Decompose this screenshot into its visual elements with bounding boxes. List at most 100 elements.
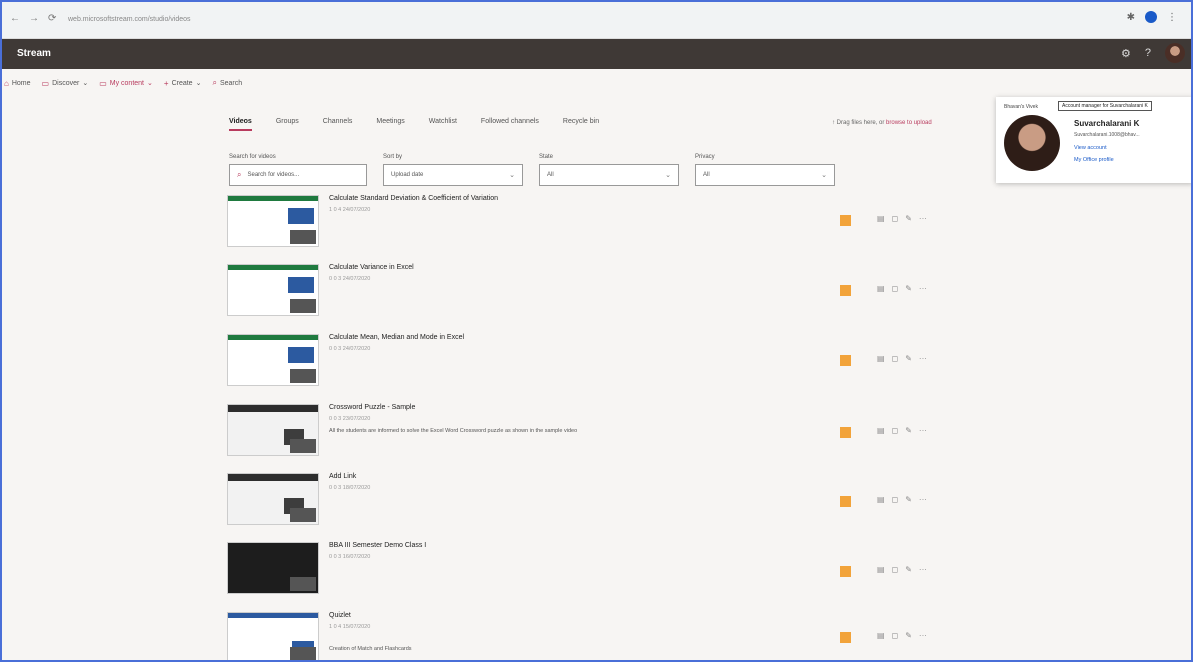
nav-my-content[interactable]: ▭ My content ⌄ — [99, 79, 153, 88]
stats-icon[interactable]: ▤ — [877, 631, 885, 640]
nav-discover-label: Discover — [52, 79, 80, 87]
more-icon[interactable]: ··· — [919, 631, 927, 640]
video-actions: ▤ ◻ ✎ ··· — [877, 426, 927, 435]
back-icon[interactable]: ← — [10, 13, 20, 24]
edit-icon[interactable]: ✎ — [905, 631, 912, 640]
video-title[interactable]: Calculate Mean, Median and Mode in Excel — [329, 334, 464, 341]
more-icon[interactable]: ··· — [919, 426, 927, 435]
nav-home[interactable]: ⌂ Home — [4, 79, 31, 88]
video-meta: 1 0 4 15/07/2020 — [329, 624, 371, 630]
share-icon[interactable]: ◻ — [892, 214, 899, 223]
state-select[interactable]: All ⌄ — [539, 164, 679, 186]
thumbnail-blue — [288, 208, 314, 224]
share-icon[interactable]: ◻ — [892, 565, 899, 574]
video-row[interactable]: Crossword Puzzle - Sample 0 0 3 23/07/202… — [227, 404, 955, 464]
edit-icon[interactable]: ✎ — [905, 354, 912, 363]
video-title[interactable]: BBA III Semester Demo Class I — [329, 542, 426, 549]
edit-icon[interactable]: ✎ — [905, 565, 912, 574]
video-row[interactable]: Quizlet 1 0 4 15/07/2020 Creation of Match… — [227, 612, 955, 662]
video-title[interactable]: Add Link — [329, 473, 356, 480]
tab-groups[interactable]: Groups — [276, 118, 299, 131]
share-icon[interactable]: ◻ — [892, 631, 899, 640]
more-icon[interactable]: ··· — [919, 214, 927, 223]
thumbnail-bar — [228, 196, 318, 201]
settings-icon[interactable]: ⚙ — [1121, 47, 1131, 60]
video-title[interactable]: Quizlet — [329, 612, 351, 619]
video-thumbnail[interactable] — [227, 473, 319, 525]
help-icon[interactable]: ? — [1145, 47, 1151, 59]
sort-select[interactable]: Upload date ⌄ — [383, 164, 523, 186]
video-thumbnail[interactable] — [227, 195, 319, 247]
share-icon[interactable]: ◻ — [892, 354, 899, 363]
publish-state-icon — [840, 496, 851, 507]
browser-right: ✱ ⋮ — [1127, 11, 1177, 23]
edit-icon[interactable]: ✎ — [905, 495, 912, 504]
stats-icon[interactable]: ▤ — [877, 495, 885, 504]
video-thumbnail[interactable] — [227, 542, 319, 594]
stats-icon[interactable]: ▤ — [877, 565, 885, 574]
video-title[interactable]: Calculate Variance in Excel — [329, 264, 414, 271]
profile-popup: Bhavan's Vivek Account manager for Suvar… — [996, 97, 1193, 183]
video-row[interactable]: Add Link 0 0 3 18/07/2020 ▤ ◻ ✎ ··· — [227, 473, 955, 533]
thumbnail-dur — [290, 647, 316, 661]
chevron-down-icon: ⌄ — [821, 172, 827, 179]
video-title[interactable]: Calculate Standard Deviation & Coefficie… — [329, 195, 498, 202]
share-icon[interactable]: ◻ — [892, 284, 899, 293]
tab-channels[interactable]: Channels — [323, 118, 353, 131]
more-icon[interactable]: ··· — [919, 495, 927, 504]
video-meta: 0 0 3 23/07/2020 — [329, 416, 371, 422]
nav-create[interactable]: + Create ⌄ — [164, 79, 202, 88]
video-row[interactable]: Calculate Standard Deviation & Coefficie… — [227, 195, 955, 255]
content-tabs: Videos Groups Channels Meetings Watchlis… — [229, 118, 623, 131]
forward-icon[interactable]: → — [29, 13, 39, 24]
browser-profile-icon[interactable] — [1145, 11, 1157, 23]
view-account-link[interactable]: View account — [1074, 145, 1107, 151]
address-bar[interactable]: web.microsoftstream.com/studio/videos — [68, 16, 191, 23]
stats-icon[interactable]: ▤ — [877, 426, 885, 435]
video-thumbnail[interactable] — [227, 612, 319, 662]
video-row[interactable]: Calculate Mean, Median and Mode in Excel… — [227, 334, 955, 394]
nav-search[interactable]: ⌕ Search — [212, 78, 242, 88]
video-row[interactable]: Calculate Variance in Excel 0 0 3 24/07/2… — [227, 264, 955, 324]
browse-upload-link[interactable]: browse to upload — [886, 120, 932, 126]
more-icon[interactable]: ··· — [919, 565, 927, 574]
office-profile-link[interactable]: My Office profile — [1074, 157, 1114, 163]
more-icon[interactable]: ··· — [919, 354, 927, 363]
user-avatar[interactable] — [1165, 43, 1185, 63]
video-meta: 0 0 3 24/07/2020 — [329, 276, 371, 282]
tab-meetings[interactable]: Meetings — [376, 118, 404, 131]
address-text: web.microsoftstream.com/studio/videos — [68, 16, 191, 23]
extension-icon[interactable]: ✱ — [1127, 12, 1135, 23]
share-icon[interactable]: ◻ — [892, 426, 899, 435]
nav-discover[interactable]: ▭ Discover ⌄ — [42, 79, 89, 88]
tab-videos[interactable]: Videos — [229, 118, 252, 131]
search-input[interactable]: ⌕ Search for videos... — [229, 164, 367, 186]
profile-email: Suvarchalarani.1008@bhav... — [1074, 132, 1140, 138]
thumbnail-bar — [228, 613, 318, 618]
tab-followed-channels[interactable]: Followed channels — [481, 118, 539, 131]
video-thumbnail[interactable] — [227, 334, 319, 386]
video-thumbnail[interactable] — [227, 404, 319, 456]
share-icon[interactable]: ◻ — [892, 495, 899, 504]
more-icon[interactable]: ··· — [919, 284, 927, 293]
browser-menu-icon[interactable]: ⋮ — [1167, 12, 1177, 23]
stats-icon[interactable]: ▤ — [877, 214, 885, 223]
reload-icon[interactable]: ⟳ — [48, 13, 56, 24]
tab-recycle-bin[interactable]: Recycle bin — [563, 118, 599, 131]
privacy-select[interactable]: All ⌄ — [695, 164, 835, 186]
video-thumbnail[interactable] — [227, 264, 319, 316]
video-row[interactable]: BBA III Semester Demo Class I 0 0 3 16/07… — [227, 542, 955, 602]
edit-icon[interactable]: ✎ — [905, 214, 912, 223]
edit-icon[interactable]: ✎ — [905, 284, 912, 293]
tab-watchlist[interactable]: Watchlist — [429, 118, 457, 131]
search-filter: Search for videos ⌕ Search for videos... — [229, 154, 367, 186]
video-title[interactable]: Crossword Puzzle - Sample — [329, 404, 415, 411]
state-filter-label: State — [539, 154, 554, 160]
edit-icon[interactable]: ✎ — [905, 426, 912, 435]
app-brand[interactable]: Stream — [17, 48, 51, 59]
publish-state-icon — [840, 566, 851, 577]
chevron-down-icon: ⌄ — [509, 172, 515, 179]
stats-icon[interactable]: ▤ — [877, 284, 885, 293]
stats-icon[interactable]: ▤ — [877, 354, 885, 363]
search-placeholder: Search for videos... — [247, 172, 300, 178]
